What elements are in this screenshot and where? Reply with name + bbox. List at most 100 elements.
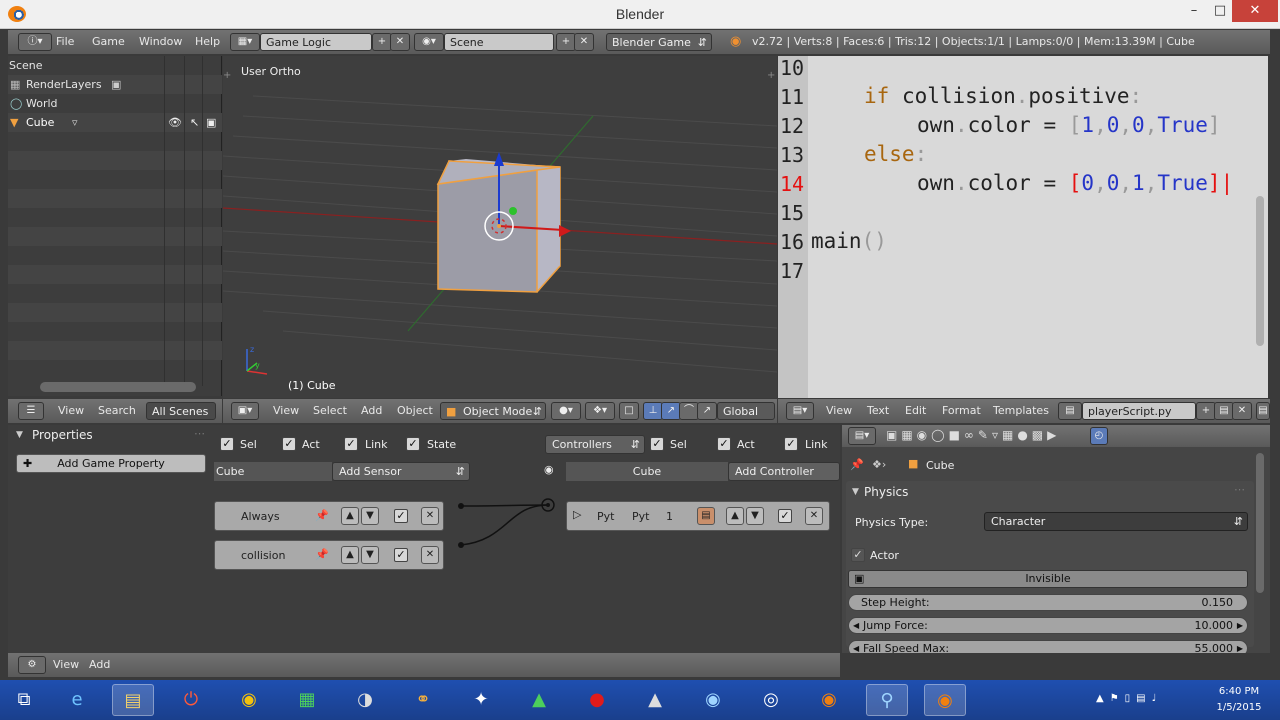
orientation-dropdown[interactable]: Global — [717, 402, 775, 420]
outliner-item-scene[interactable]: Scene — [8, 56, 222, 75]
store-icon[interactable]: ▦ — [286, 684, 328, 716]
viewport-shading-button[interactable]: ●▾ — [551, 402, 581, 420]
line-numbers-toggle-icon[interactable]: ▤ — [1256, 402, 1270, 420]
power-app-icon[interactable]: ⏻ — [170, 684, 212, 716]
menu-file[interactable]: File — [56, 35, 74, 48]
remove-screen-button[interactable]: ✕ — [390, 33, 410, 51]
text-view-menu[interactable]: View — [826, 404, 852, 417]
move-up-button[interactable]: ▲ — [726, 507, 744, 525]
sensor-state-checkbox[interactable]: ✓ — [406, 437, 420, 451]
add-sensor-dropdown[interactable]: Add Sensor ⇵ — [332, 462, 470, 481]
sensor-link-checkbox[interactable]: ✓ — [344, 437, 358, 451]
logic-add-menu[interactable]: Add — [89, 658, 110, 671]
headphones-app-icon[interactable]: ⚭ — [402, 684, 444, 716]
sensor-act-checkbox[interactable]: ✓ — [282, 437, 296, 451]
jump-force-field[interactable]: ◀ Jump Force: 10.000 ▶ — [848, 617, 1248, 634]
transform-orientation-icon[interactable]: ↗ — [697, 402, 717, 420]
search-app-icon[interactable]: ⚲ — [866, 684, 908, 716]
physics-tab-icon[interactable]: ◴ — [1090, 427, 1108, 445]
outliner-item-world[interactable]: ◯ World — [8, 94, 222, 113]
move-up-button[interactable]: ▲ — [341, 546, 359, 564]
viewport-editor-type-button[interactable]: ▣▾ — [231, 402, 259, 420]
step-height-slider[interactable]: Step Height: 0.150 — [848, 594, 1248, 611]
add-game-property-button[interactable]: ✚ Add Game Property — [16, 454, 206, 473]
viewport-object-menu[interactable]: Object — [397, 404, 433, 417]
internet-explorer-icon[interactable]: e — [56, 684, 98, 716]
state-toggle-icon[interactable]: ◉ — [544, 463, 554, 476]
outliner-view-menu[interactable]: View — [58, 404, 84, 417]
collapse-arrow-icon[interactable]: ▼ — [852, 487, 859, 497]
minimize-button[interactable]: – — [1180, 0, 1208, 22]
select-cursor-icon[interactable]: ↖ — [190, 113, 199, 132]
drag-handle-icon[interactable]: ⋯ — [194, 427, 205, 440]
decrement-arrow-icon[interactable]: ◀ — [853, 641, 859, 653]
obs-icon[interactable]: ◎ — [750, 684, 792, 716]
text-file-name-field[interactable]: playerScript.py — [1082, 402, 1196, 420]
properties-editor-type-button[interactable]: ▤▾ — [848, 427, 876, 445]
text-editor[interactable]: 10 11 12 13 14 15 16 17 if collision.pos… — [778, 56, 1268, 398]
increment-arrow-icon[interactable]: ▶ — [1237, 618, 1243, 633]
text-templates-menu[interactable]: Templates — [993, 404, 1049, 417]
utility-app-icon[interactable]: ▲ — [518, 684, 560, 716]
outliner-scrollbar[interactable] — [40, 382, 196, 392]
drag-handle-icon[interactable]: ⋯ — [1234, 483, 1245, 496]
actor-checkbox[interactable]: ✓ — [851, 548, 865, 562]
sensor-active-checkbox[interactable]: ✓ — [394, 509, 408, 523]
collapse-arrow-icon[interactable]: ▼ — [16, 430, 23, 440]
screen-layout-icon[interactable]: ▦▾ — [230, 33, 260, 51]
chrome-icon[interactable]: ◉ — [228, 684, 270, 716]
expand-arrow-icon[interactable]: ▷ — [573, 508, 581, 521]
controller-active-checkbox[interactable]: ✓ — [778, 509, 792, 523]
viewport-add-menu[interactable]: Add — [361, 404, 382, 417]
remove-scene-button[interactable]: ✕ — [574, 33, 594, 51]
file-explorer-icon[interactable]: ▤ — [112, 684, 154, 716]
viewport-select-menu[interactable]: Select — [313, 404, 347, 417]
clock-time[interactable]: 6:40 PM — [1204, 686, 1274, 697]
y-manipulator-handle[interactable] — [509, 207, 517, 215]
text-scrollbar[interactable] — [1256, 196, 1264, 346]
logic-editor-type-button[interactable]: ⚙ — [18, 656, 46, 674]
viewport-view-menu[interactable]: View — [273, 404, 299, 417]
outliner-item-renderlayers[interactable]: ▦ RenderLayers ▣ — [8, 75, 222, 94]
new-text-button[interactable]: + — [1196, 402, 1216, 420]
pin-icon[interactable]: 📌 — [315, 509, 329, 522]
unlink-text-button[interactable]: ✕ — [1232, 402, 1252, 420]
clock-date[interactable]: 1/5/2015 — [1204, 702, 1274, 713]
unity-icon[interactable]: ✦ — [460, 684, 502, 716]
outliner-search-menu[interactable]: Search — [98, 404, 136, 417]
scene-field[interactable]: Scene — [444, 33, 554, 51]
pivot-point-button[interactable]: ❖▾ — [585, 402, 615, 420]
network-app-icon[interactable]: ◉ — [692, 684, 734, 716]
properties-scrollbar[interactable] — [1256, 453, 1264, 593]
sensor-brick-collision[interactable]: collision 📌 ▲ ▼ ✓ ✕ — [214, 540, 444, 570]
controller-priority-button[interactable]: ▤ — [697, 507, 715, 525]
open-text-button[interactable]: ▤ — [1214, 402, 1234, 420]
physics-type-dropdown[interactable]: Character ⇵ — [984, 512, 1248, 531]
text-edit-menu[interactable]: Edit — [905, 404, 926, 417]
translate-manipulator-button[interactable]: ⊥ — [643, 402, 663, 420]
move-up-button[interactable]: ▲ — [341, 507, 359, 525]
mode-dropdown[interactable]: ■ Object Mode ⇵ — [440, 402, 546, 420]
render-engine-dropdown[interactable]: Blender Game ⇵ — [606, 33, 712, 51]
remove-controller-button[interactable]: ✕ — [805, 507, 823, 525]
increment-arrow-icon[interactable]: ▶ — [1237, 641, 1243, 653]
close-button[interactable]: ✕ — [1232, 0, 1278, 22]
text-browse-button[interactable]: ▤ — [1058, 402, 1082, 420]
sensor-brick-always[interactable]: Always 📌 ▲ ▼ ✓ ✕ — [214, 501, 444, 531]
inkscape-icon[interactable]: ▲ — [634, 684, 676, 716]
controller-sel-checkbox[interactable]: ✓ — [650, 437, 664, 451]
add-screen-button[interactable]: + — [372, 33, 392, 51]
invisible-toggle-button[interactable]: ▣ Invisible — [848, 570, 1248, 588]
decrement-arrow-icon[interactable]: ◀ — [853, 618, 859, 633]
outliner-item-cube[interactable]: ▼ Cube ▿ 👁 ↖ ▣ — [8, 113, 222, 132]
logic-view-menu[interactable]: View — [53, 658, 79, 671]
eclipse-icon[interactable]: ◑ — [344, 684, 386, 716]
move-down-button[interactable]: ▼ — [361, 507, 379, 525]
visibility-eye-icon[interactable]: 👁 — [168, 113, 182, 132]
remove-sensor-button[interactable]: ✕ — [421, 546, 439, 564]
menu-help[interactable]: Help — [195, 35, 220, 48]
scene-icon[interactable]: ◉▾ — [414, 33, 444, 51]
pin-icon[interactable]: 📌 — [315, 548, 329, 561]
rotate-manipulator-button[interactable]: ↗ — [661, 402, 681, 420]
sensor-sel-checkbox[interactable]: ✓ — [220, 437, 234, 451]
